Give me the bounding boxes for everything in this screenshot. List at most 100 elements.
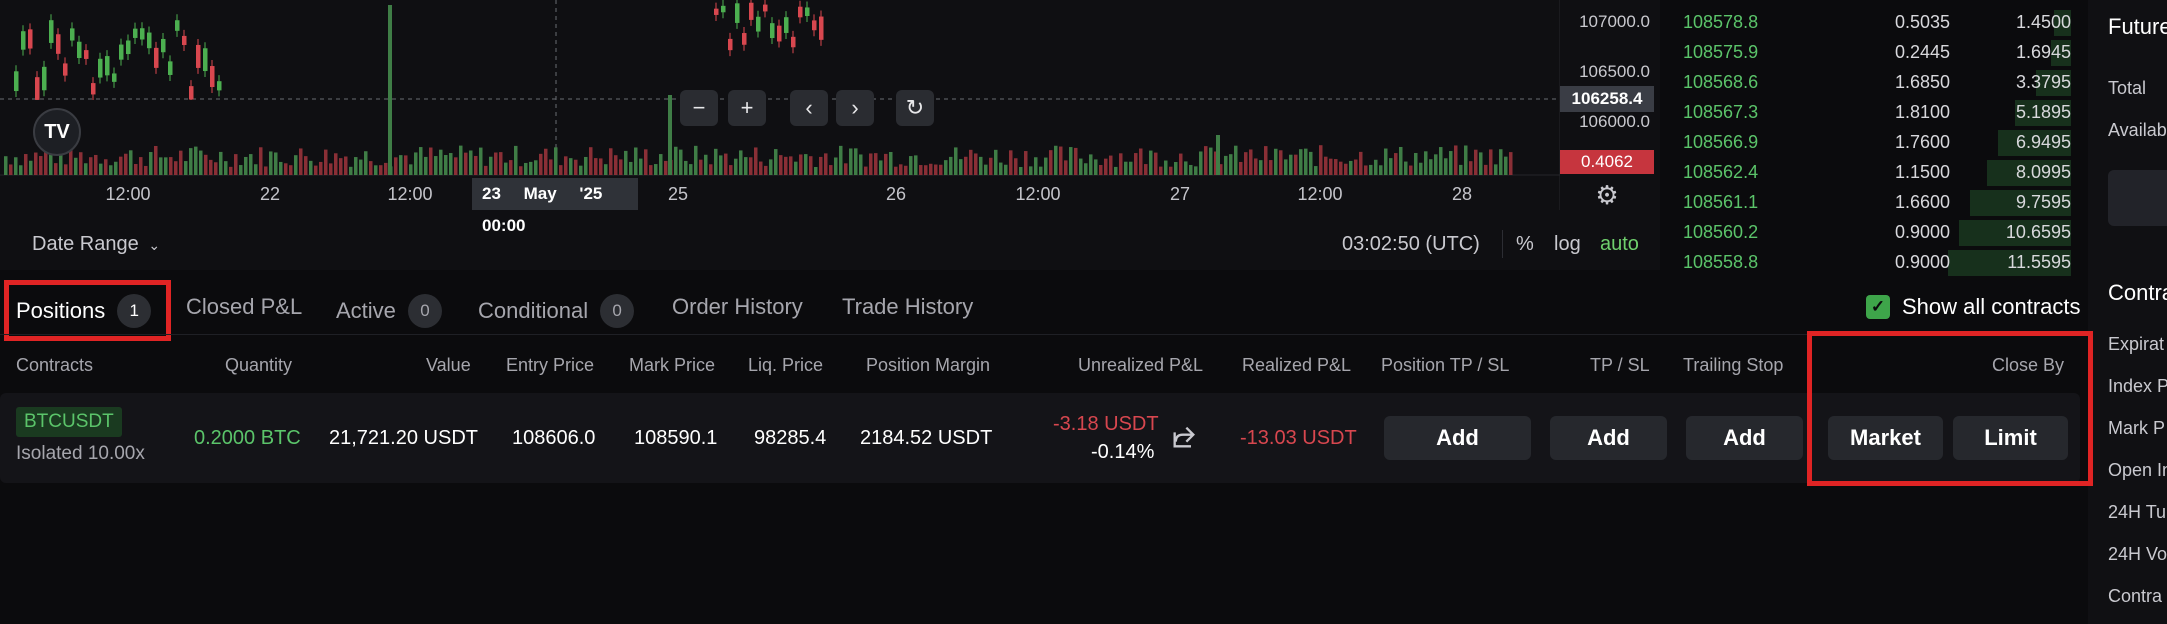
orderbook-row[interactable]: 108575.9 0.2445 1.6945 — [1665, 38, 2071, 68]
reset-chart-button[interactable]: ↻ — [896, 90, 934, 126]
tab-order-history[interactable]: Order History — [672, 294, 803, 320]
volume-bar — [294, 155, 298, 175]
volume-bar — [1139, 148, 1143, 175]
auto-scale-toggle[interactable]: auto — [1600, 233, 1639, 256]
volume-bar — [179, 150, 183, 175]
volume-bar — [1339, 161, 1343, 175]
margin-mode: Isolated 10.00x — [16, 443, 145, 464]
add-trailing-stop-button[interactable]: Add — [1686, 416, 1803, 460]
volume-bar — [1144, 164, 1148, 175]
candle-body — [763, 4, 768, 12]
orderbook-row[interactable]: 108561.1 1.6600 9.7595 — [1665, 188, 2071, 218]
time-axis-label: 25 — [667, 184, 689, 204]
add-position-tpsl-button[interactable]: Add — [1384, 416, 1531, 460]
orderbook-row[interactable]: 108562.4 1.1500 8.0995 — [1665, 158, 2071, 188]
zoom-out-button[interactable]: − — [680, 90, 718, 126]
orderbook-row[interactable]: 108558.8 0.9000 11.5595 — [1665, 248, 2071, 278]
candle-body — [42, 66, 47, 91]
volume-bar — [194, 146, 198, 175]
orderbook-row[interactable]: 108567.3 1.8100 5.1895 — [1665, 98, 2071, 128]
volume-bar — [659, 154, 663, 175]
volume-bar — [104, 159, 108, 175]
time-axis-label: 12:00 — [1015, 184, 1061, 204]
volume-bar — [1104, 158, 1108, 175]
orderbook-total: 1.4500 — [2015, 12, 2071, 32]
volume-bar — [569, 158, 573, 175]
orderbook-row[interactable]: 108568.6 1.6850 3.3795 — [1665, 68, 2071, 98]
volume-bar — [619, 159, 623, 175]
orderbook-price: 108567.3 — [1683, 102, 1759, 122]
volume-bar — [409, 164, 413, 175]
volume-bar — [934, 164, 938, 175]
candlestick-plot[interactable] — [0, 0, 1560, 210]
zoom-in-button[interactable]: + — [728, 90, 766, 126]
orderbook-row[interactable]: 108560.2 0.9000 10.6595 — [1665, 218, 2071, 248]
tab-label: Active — [336, 298, 396, 323]
volume-bar — [79, 152, 83, 175]
volume-bar — [1479, 152, 1483, 175]
volume-bar — [969, 149, 973, 175]
percent-scale-toggle[interactable]: % — [1516, 233, 1534, 256]
volume-bar — [1049, 150, 1053, 175]
volume-bar — [1379, 165, 1383, 175]
scroll-right-button[interactable]: › — [836, 90, 874, 126]
candle-body — [119, 44, 124, 60]
price-chart[interactable]: 107000.0 106500.0 106000.0 106258.4 0.40… — [0, 0, 1660, 270]
tab-trade-history[interactable]: Trade History — [842, 294, 973, 320]
date-range-dropdown[interactable]: Date Range ⌄ — [32, 233, 160, 256]
check-icon[interactable]: ✓ — [1866, 295, 1890, 319]
tradingview-logo-icon[interactable]: TV — [33, 108, 81, 156]
volume-bar — [494, 152, 498, 175]
orderbook-quantity: 0.9000 — [1895, 222, 1951, 242]
volume-bar — [414, 152, 418, 175]
volume-bar — [469, 150, 473, 175]
volume-bar — [804, 154, 808, 175]
column-header-value: Value — [426, 355, 471, 375]
orderbook-quantity: 0.9000 — [1895, 252, 1951, 272]
candle-body — [196, 44, 201, 68]
volume-bar — [1216, 135, 1220, 175]
orderbook-row[interactable]: 108578.8 0.5035 1.4500 — [1665, 8, 2071, 38]
volume-bar — [344, 156, 348, 175]
candle-body — [84, 50, 89, 59]
volume-bar — [279, 161, 283, 175]
volume-bar — [744, 157, 748, 175]
tab-active[interactable]: Active 0 — [336, 294, 442, 328]
volume-bar — [614, 155, 618, 175]
orderbook-price: 108560.2 — [1683, 222, 1759, 242]
action-button[interactable] — [2108, 170, 2167, 226]
volume-bar — [1129, 161, 1133, 175]
volume-bar — [1159, 166, 1163, 175]
volume-bar — [89, 157, 93, 175]
volume-bar — [1404, 161, 1408, 175]
column-header-position-tpsl: Position TP / SL — [1381, 355, 1510, 375]
volume-bar — [864, 166, 868, 175]
volume-bar — [529, 161, 533, 175]
tab-conditional[interactable]: Conditional 0 — [478, 294, 635, 328]
chevron-down-icon: ⌄ — [148, 237, 161, 253]
chart-settings-icon[interactable]: ⚙ — [1592, 180, 1622, 210]
symbol-badge[interactable]: BTCUSDT — [16, 407, 122, 437]
candle-body — [784, 17, 789, 33]
volume-bar — [514, 145, 518, 175]
candle-body — [161, 38, 166, 53]
volume-bar — [154, 145, 158, 175]
orderbook-quantity: 1.6600 — [1895, 192, 1951, 212]
add-tpsl-button[interactable]: Add — [1550, 416, 1667, 460]
volume-bar — [354, 157, 358, 175]
volume-bar — [544, 148, 548, 175]
volume-bar — [19, 165, 23, 175]
volume-bar — [1364, 165, 1368, 175]
tab-closed-pnl[interactable]: Closed P&L — [186, 294, 302, 320]
orderbook-row[interactable]: 108566.9 1.7600 6.9495 — [1665, 128, 2071, 158]
orderbook-price: 108575.9 — [1683, 42, 1759, 62]
position-margin-value: 2184.52 USDT — [860, 427, 993, 449]
show-all-contracts-toggle[interactable]: ✓ Show all contracts — [1866, 294, 2081, 320]
log-scale-toggle[interactable]: log — [1554, 233, 1581, 256]
time-axis-label: 22 — [259, 184, 281, 204]
share-icon[interactable] — [1170, 423, 1198, 451]
volume-bar — [639, 158, 643, 175]
volume-bar — [54, 163, 58, 175]
scroll-left-button[interactable]: ‹ — [790, 90, 828, 126]
candle-body — [140, 28, 145, 40]
